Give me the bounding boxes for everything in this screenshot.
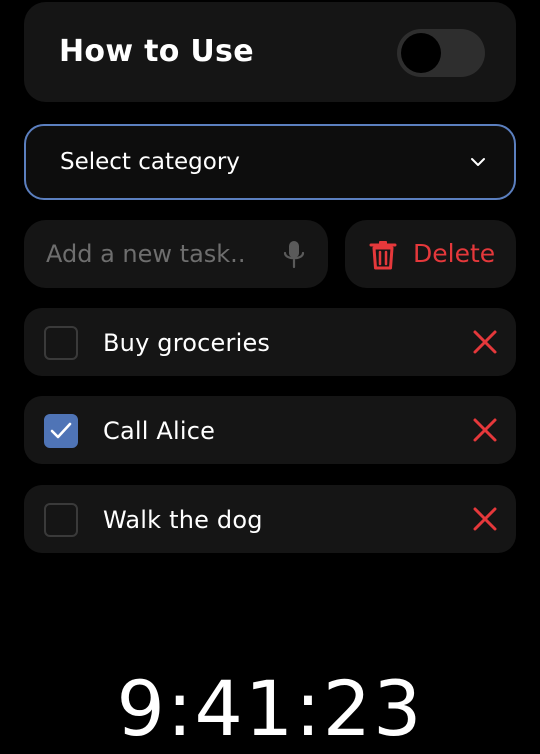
- task-label: Walk the dog: [103, 506, 263, 534]
- category-select[interactable]: Select category: [24, 124, 516, 200]
- task-item-buy-groceries: Buy groceries: [24, 308, 516, 376]
- task-checkbox[interactable]: [44, 503, 78, 537]
- delete-button[interactable]: Delete: [345, 220, 516, 288]
- how-to-use-title: How to Use: [59, 34, 254, 69]
- trash-icon: [369, 241, 397, 270]
- task-label: Buy groceries: [103, 329, 271, 357]
- category-select-value: Select category: [60, 149, 240, 175]
- how-to-use-card: How to Use: [24, 2, 516, 102]
- checkmark-icon: [50, 422, 72, 439]
- microphone-icon[interactable]: [282, 240, 306, 270]
- clock-time: 9:41:23: [116, 664, 424, 753]
- how-to-use-toggle[interactable]: [397, 29, 485, 77]
- toggle-knob: [401, 33, 441, 73]
- task-input[interactable]: [46, 234, 282, 274]
- task-item-walk-the-dog: Walk the dog: [24, 485, 516, 553]
- task-label: Call Alice: [103, 417, 216, 445]
- close-icon[interactable]: [472, 329, 498, 355]
- task-checkbox[interactable]: [44, 414, 78, 448]
- delete-button-label: Delete: [413, 239, 496, 268]
- close-icon[interactable]: [472, 417, 498, 443]
- chevron-down-icon: [471, 158, 485, 166]
- task-checkbox[interactable]: [44, 326, 78, 360]
- close-icon[interactable]: [472, 506, 498, 532]
- task-input-container: [24, 220, 328, 288]
- task-item-call-alice: Call Alice: [24, 396, 516, 464]
